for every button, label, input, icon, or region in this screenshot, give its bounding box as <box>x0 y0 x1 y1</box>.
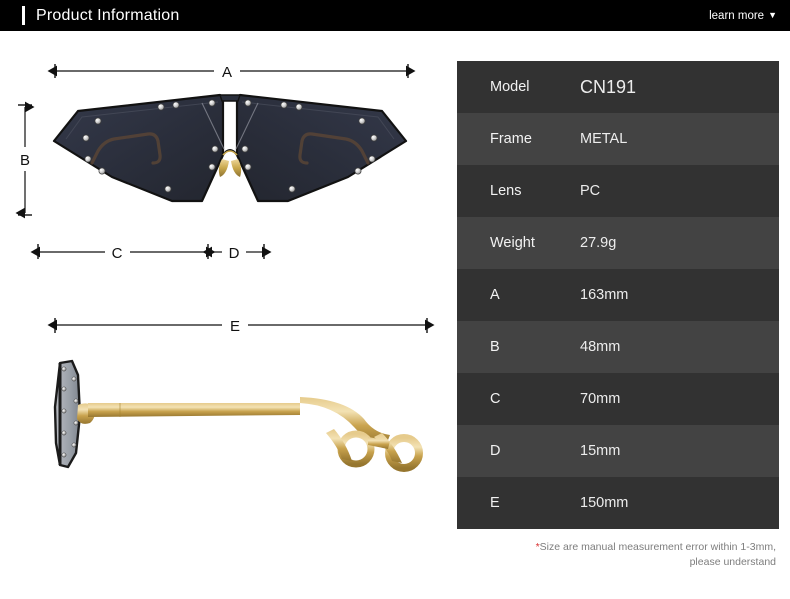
temple-loop-two <box>374 433 423 472</box>
spec-key: B <box>490 339 500 355</box>
dimension-line-b: B <box>15 101 35 219</box>
spec-value: 150mm <box>580 495 629 511</box>
spec-value: 48mm <box>580 339 621 355</box>
page-header: Product Information learn more ▼ <box>0 0 790 31</box>
table-row: E 150mm <box>457 477 779 529</box>
header-accent-bar <box>22 6 25 25</box>
spec-key: Lens <box>490 183 522 199</box>
table-row: Weight 27.9g <box>457 217 779 269</box>
dimension-label-a: A <box>222 64 232 81</box>
spec-key: Frame <box>490 131 532 147</box>
measurement-disclaimer: *Size are manual measurement error withi… <box>457 540 779 570</box>
spec-key: D <box>490 443 501 459</box>
dimension-line-a: A <box>47 64 416 81</box>
dimension-label-d: D <box>229 245 240 262</box>
table-row: Model CN191 <box>457 61 779 113</box>
table-row: B 48mm <box>457 321 779 373</box>
disclaimer-line-2: please understand <box>689 556 776 568</box>
learn-more-button[interactable]: learn more ▼ <box>709 10 777 22</box>
spec-key: C <box>490 391 501 407</box>
spec-key: Model <box>490 79 530 95</box>
dimension-line-e: E <box>47 318 435 335</box>
table-row: D 15mm <box>457 425 779 477</box>
table-row: Frame METAL <box>457 113 779 165</box>
spec-key: Weight <box>490 235 535 251</box>
spec-value: PC <box>580 183 601 199</box>
learn-more-label: learn more <box>709 9 765 22</box>
brow-bridge <box>219 94 241 102</box>
disclaimer-line-1: Size are manual measurement error within… <box>539 541 776 553</box>
dimension-label-e: E <box>230 318 240 335</box>
spec-value: 70mm <box>580 391 621 407</box>
sunglasses-side-view <box>53 359 423 472</box>
page-title: Product Information <box>36 6 180 24</box>
spec-key: A <box>490 287 500 303</box>
spec-value: 15mm <box>580 443 621 459</box>
table-row: A 163mm <box>457 269 779 321</box>
spec-value: 27.9g <box>580 235 617 251</box>
table-row: C 70mm <box>457 373 779 425</box>
dimension-label-b: B <box>20 152 30 169</box>
temple-loop-one <box>326 429 375 468</box>
dimension-label-c: C <box>112 245 123 262</box>
specification-table: Model CN191 Frame METAL Lens PC Weight 2… <box>457 61 779 529</box>
spec-key: E <box>490 495 500 511</box>
spec-value: METAL <box>580 131 628 147</box>
dimension-line-d: D <box>202 244 272 262</box>
spec-value: CN191 <box>580 76 637 97</box>
sunglasses-front-view <box>52 93 408 203</box>
table-row: Lens PC <box>457 165 779 217</box>
chevron-down-icon: ▼ <box>768 10 777 20</box>
dimension-line-c: C <box>30 244 216 262</box>
spec-value: 163mm <box>580 287 629 303</box>
product-diagram-pane: A B C D E <box>0 31 452 599</box>
